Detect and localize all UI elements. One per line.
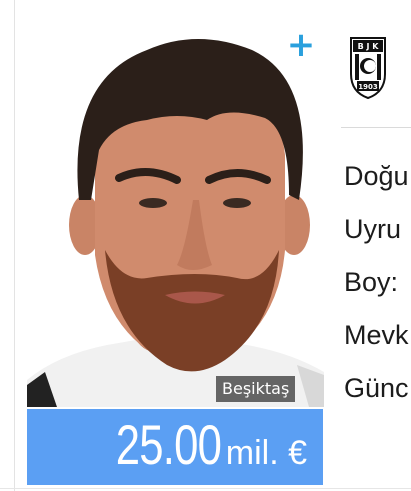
player-photo xyxy=(27,20,324,407)
fact-label-height: Boy: xyxy=(344,267,399,297)
fact-label-birth: Doğu xyxy=(344,161,409,191)
fact-label-nationality: Uyru xyxy=(344,214,402,244)
svg-text:B J K: B J K xyxy=(358,42,380,51)
plus-icon[interactable]: + xyxy=(286,28,316,62)
fact-label-updated: Günc xyxy=(344,373,409,403)
card-left-border xyxy=(0,0,15,491)
market-value-amount: 25.00 xyxy=(115,413,221,476)
market-value-box[interactable]: 25.00 mil. € xyxy=(27,409,323,485)
market-value-unit: mil. € xyxy=(225,434,307,472)
bottom-divider xyxy=(0,488,411,489)
club-tag: Beşiktaş xyxy=(216,376,296,402)
fact-label-position: Mevk xyxy=(344,320,409,350)
separator-line xyxy=(341,127,411,128)
player-facts: Doğu Uyru Boy: Mevk Günc xyxy=(344,150,411,415)
svg-text:1903: 1903 xyxy=(358,83,378,91)
besiktas-crest-icon[interactable]: B J K 1903 xyxy=(349,34,387,100)
